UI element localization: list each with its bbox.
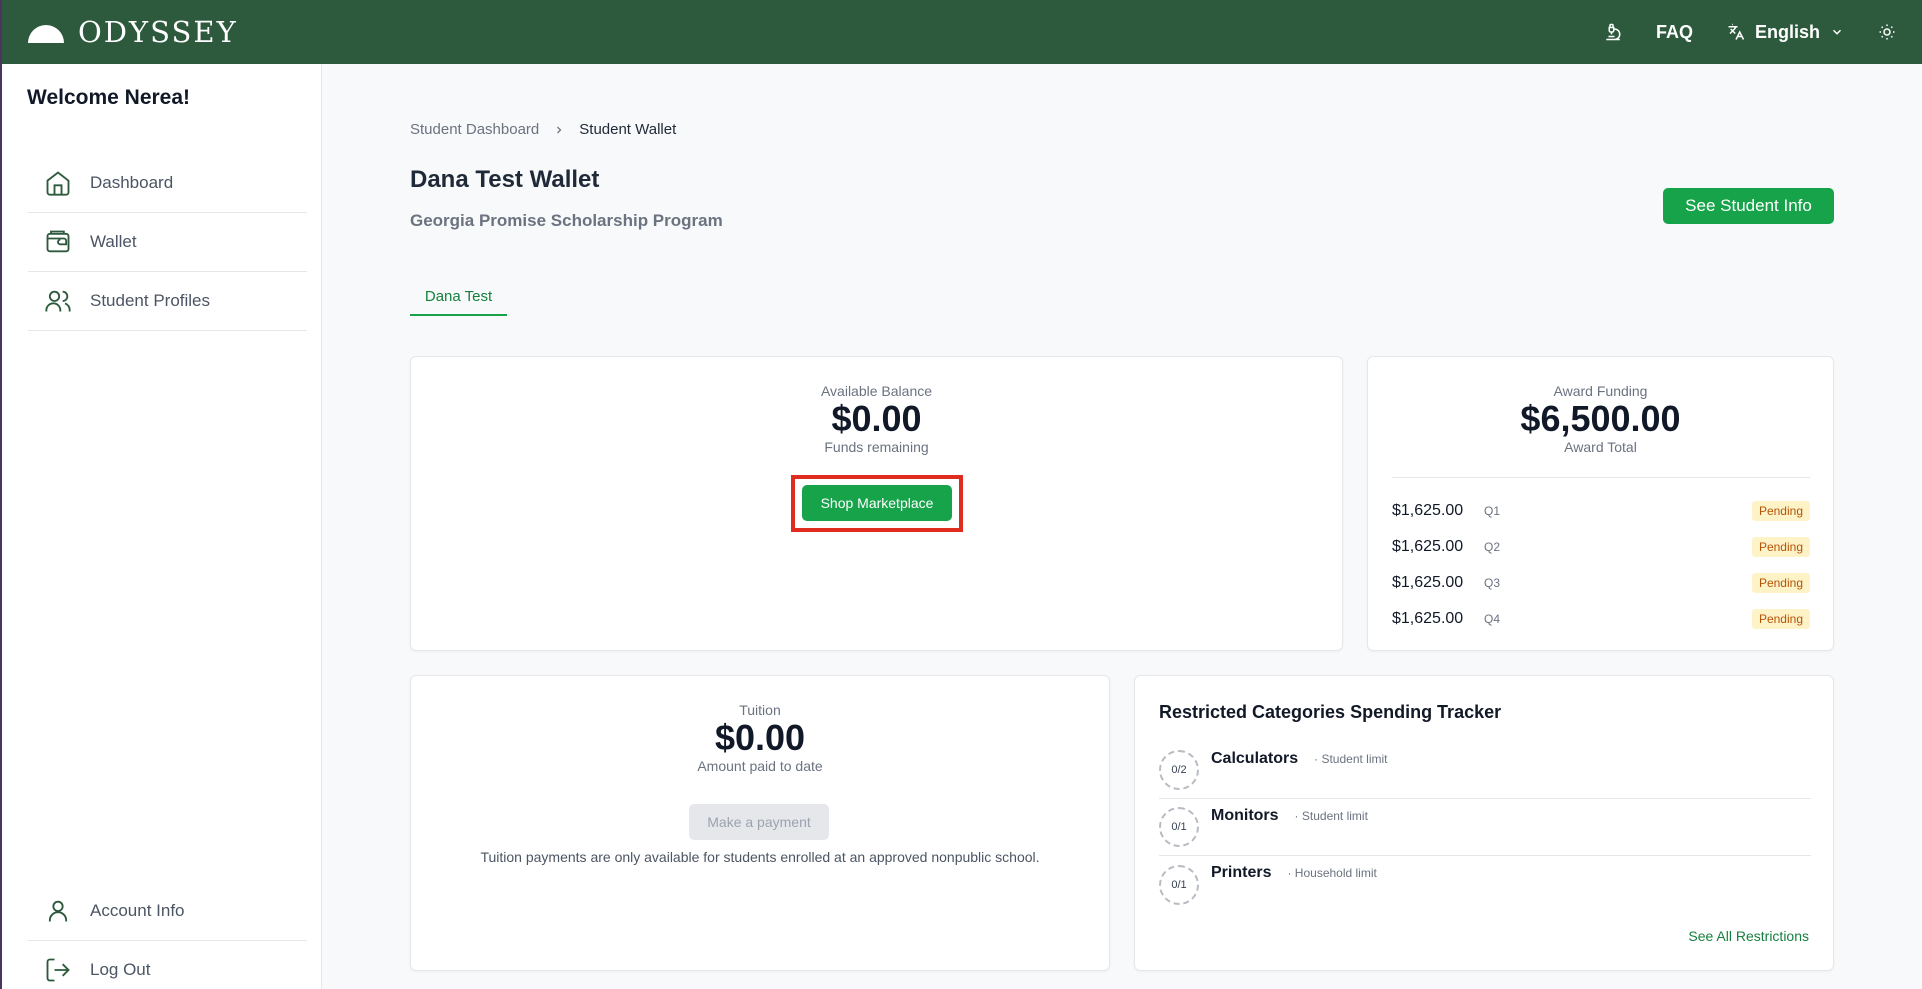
sidebar-item-student-profiles[interactable]: Student Profiles xyxy=(28,272,307,331)
status-badge: Pending xyxy=(1751,609,1810,629)
category-name: Calculators xyxy=(1211,750,1299,767)
sidebar-item-account-info[interactable]: Account Info xyxy=(28,882,307,941)
limit-type: · Household limit xyxy=(1287,866,1377,880)
tab-dana-test[interactable]: Dana Test xyxy=(410,283,507,316)
balance-label: Available Balance xyxy=(820,383,933,399)
quarter-list: $1,625.00 Q1 Pending $1,625.00 Q2 Pendin… xyxy=(1392,493,1810,637)
wallet-icon xyxy=(46,230,70,253)
sidebar-item-label: Account Info xyxy=(90,901,185,920)
award-amount: $6,500.00 xyxy=(1520,398,1681,439)
see-all-restrictions-link[interactable]: See All Restrictions xyxy=(1688,928,1809,944)
breadcrumb: Student Dashboard Student Wallet xyxy=(410,121,676,138)
sidebar-item-log-out[interactable]: Log Out xyxy=(28,941,307,989)
brand-name: ODYSSEY xyxy=(78,15,238,49)
category-name: Printers xyxy=(1211,864,1272,881)
quarter-amount: $1,625.00 xyxy=(1392,610,1464,627)
breadcrumb-current: Student Wallet xyxy=(579,121,677,138)
quarter-row: $1,625.00 Q2 Pending xyxy=(1392,529,1810,565)
chevron-down-icon xyxy=(1832,29,1842,35)
tuition-amount: $0.00 xyxy=(714,717,806,758)
quarter-label: Q3 xyxy=(1484,576,1501,590)
user-icon xyxy=(48,900,68,922)
balance-sublabel: Funds remaining xyxy=(824,439,929,455)
limit-type: · Student limit xyxy=(1294,809,1368,823)
status-badge: Pending xyxy=(1751,537,1810,557)
make-payment-button[interactable]: Make a payment xyxy=(689,804,829,840)
quarter-amount: $1,625.00 xyxy=(1392,502,1464,519)
page-title: Dana Test Wallet xyxy=(410,166,600,193)
restricted-categories-card: Restricted Categories Spending Tracker 0… xyxy=(1134,675,1834,971)
sidebar-item-wallet[interactable]: Wallet xyxy=(28,213,307,272)
available-balance-card: Available Balance $0.00 Funds remaining … xyxy=(410,356,1343,651)
status-badge: Pending xyxy=(1751,501,1810,521)
sidebar-item-label: Student Profiles xyxy=(90,291,211,310)
award-label: Award Funding xyxy=(1553,383,1648,399)
list-item: 0/1 Monitors · Student limit xyxy=(1159,799,1811,856)
users-icon xyxy=(45,290,71,312)
quarter-row: $1,625.00 Q1 Pending xyxy=(1392,493,1810,529)
sidebar-nav: Dashboard Wallet Student Profiles xyxy=(28,154,307,331)
award-sublabel: Award Total xyxy=(1564,439,1637,455)
restrictions-list: 0/2 Calculators · Student limit 0/1 Moni… xyxy=(1159,742,1811,913)
sidebar-item-dashboard[interactable]: Dashboard xyxy=(28,154,307,213)
logout-icon xyxy=(46,958,70,982)
quarter-amount: $1,625.00 xyxy=(1392,538,1464,555)
microscope-icon[interactable] xyxy=(1604,23,1622,41)
quarter-label: Q1 xyxy=(1484,504,1501,518)
quarter-row: $1,625.00 Q4 Pending xyxy=(1392,601,1810,637)
chevron-right-icon xyxy=(557,126,562,133)
home-icon xyxy=(46,171,70,196)
quarter-label: Q2 xyxy=(1484,540,1501,554)
category-name: Monitors xyxy=(1211,807,1279,824)
tuition-card: Tuition $0.00 Amount paid to date Make a… xyxy=(410,675,1110,971)
program-name: Georgia Promise Scholarship Program xyxy=(410,211,723,230)
sidebar-item-label: Log Out xyxy=(90,960,151,979)
status-badge: Pending xyxy=(1751,573,1810,593)
list-item: 0/2 Calculators · Student limit xyxy=(1159,742,1811,799)
sidebar-item-label: Wallet xyxy=(90,232,137,251)
tuition-sublabel: Amount paid to date xyxy=(697,758,823,774)
faq-link[interactable]: FAQ xyxy=(1656,22,1693,43)
sidebar: Welcome Nerea! Dashboard Wallet Student … xyxy=(0,64,322,989)
sidebar-item-label: Dashboard xyxy=(90,173,174,192)
language-selector[interactable]: English xyxy=(1727,22,1844,43)
top-bar: ODYSSEY FAQ English xyxy=(0,0,1922,64)
see-student-info-button[interactable]: See Student Info xyxy=(1663,188,1834,224)
breadcrumb-parent[interactable]: Student Dashboard xyxy=(410,121,539,138)
award-funding-card: Award Funding $6,500.00 Award Total $1,6… xyxy=(1367,356,1834,651)
quarter-label: Q4 xyxy=(1484,612,1501,626)
limit-count-badge: 0/2 xyxy=(1159,750,1199,790)
balance-amount: $0.00 xyxy=(831,398,922,439)
tuition-label: Tuition xyxy=(739,702,781,718)
shop-marketplace-button[interactable]: Shop Marketplace xyxy=(802,485,952,521)
limit-count-badge: 0/1 xyxy=(1159,807,1199,847)
odyssey-logo-icon xyxy=(28,25,64,43)
limit-count-badge: 0/1 xyxy=(1159,864,1199,905)
brand[interactable]: ODYSSEY xyxy=(28,15,238,49)
language-label: English xyxy=(1754,21,1820,42)
translate-icon xyxy=(1728,23,1745,40)
divider xyxy=(1392,477,1810,478)
restrictions-title: Restricted Categories Spending Tracker xyxy=(1159,702,1502,722)
quarter-amount: $1,625.00 xyxy=(1392,574,1464,591)
sidebar-bottom-nav: Account Info Log Out xyxy=(28,882,307,989)
theme-toggle-sun-icon[interactable] xyxy=(1878,23,1896,41)
quarter-row: $1,625.00 Q3 Pending xyxy=(1392,565,1810,601)
tuition-note: Tuition payments are only available for … xyxy=(480,849,1040,865)
limit-type: · Student limit xyxy=(1314,752,1388,766)
welcome-message: Welcome Nerea! xyxy=(27,86,191,109)
list-item: 0/1 Printers · Household limit xyxy=(1159,856,1811,913)
